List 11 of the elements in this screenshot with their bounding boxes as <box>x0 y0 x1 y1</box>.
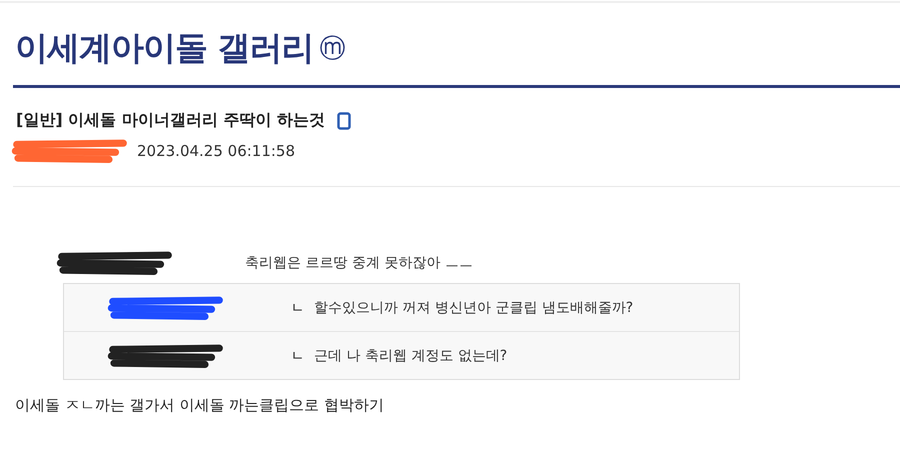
post-title: [일반] 이세돌 마이너갤러리 주딱이 하는것 <box>16 110 325 131</box>
phone-icon <box>336 112 351 130</box>
reply-marker: ㄴ <box>291 348 304 364</box>
comment-text: 근데 나 축리웹 계정도 없는데? <box>314 346 508 364</box>
reply-marker: ㄴ <box>291 300 304 316</box>
comment-text: 축리웹은 르르땅 중계 못하잖아 ㅡㅡ <box>245 254 473 272</box>
gallery-title[interactable]: 이세계아이돌 갤러리 <box>15 26 314 70</box>
comment-text: 할수있으니까 꺼져 병신년아 군클립 냄도배해줄까? <box>314 298 634 316</box>
minor-gallery-label: ⓜ <box>320 32 346 66</box>
post-body: 이세돌 ㅈㄴ까는 갤가서 이세돌 까는클립으로 협박하기 <box>15 396 385 415</box>
post-date: 2023.04.25 06:11:58 <box>137 142 296 160</box>
